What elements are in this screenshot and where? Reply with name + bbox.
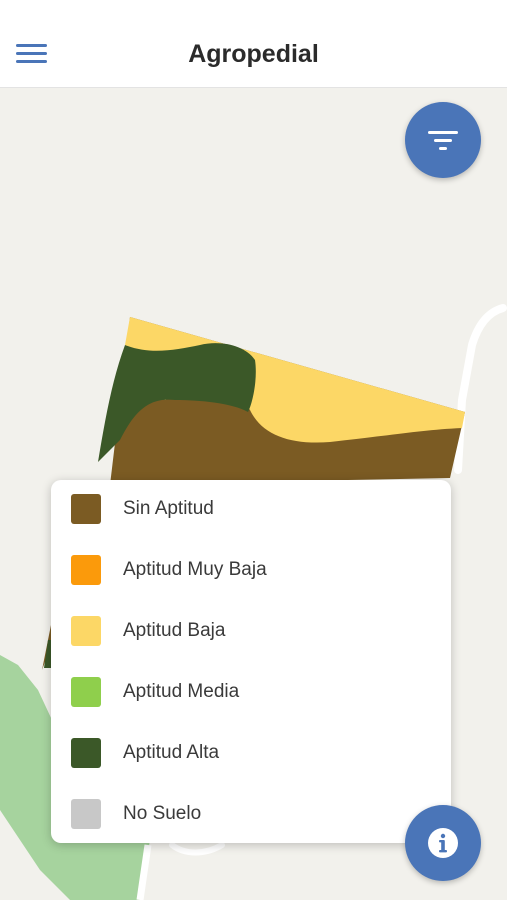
legend-swatch-aptitud-muy-baja bbox=[71, 555, 101, 585]
legend-swatch-no-suelo bbox=[71, 799, 101, 829]
filter-icon bbox=[428, 131, 458, 150]
legend-swatch-sin-aptitud bbox=[71, 494, 101, 524]
filter-button[interactable] bbox=[405, 102, 481, 178]
legend-label: Aptitud Alta bbox=[123, 742, 220, 763]
legend-label: Sin Aptitud bbox=[123, 498, 214, 519]
info-icon bbox=[428, 828, 458, 858]
app-bar: Agropedial bbox=[0, 0, 507, 88]
legend-swatch-aptitud-alta bbox=[71, 738, 101, 768]
legend-item: Aptitud Alta bbox=[71, 733, 219, 773]
info-button[interactable] bbox=[405, 805, 481, 881]
legend-panel: Sin Aptitud Aptitud Muy Baja Aptitud Baj… bbox=[51, 480, 451, 843]
app-title: Agropedial bbox=[188, 40, 319, 68]
legend-item: Aptitud Media bbox=[71, 672, 239, 712]
legend-swatch-aptitud-media bbox=[71, 677, 101, 707]
legend-item: Aptitud Muy Baja bbox=[71, 550, 267, 590]
legend-label: No Suelo bbox=[123, 803, 202, 824]
legend-item: Aptitud Baja bbox=[71, 611, 225, 651]
legend-item: Sin Aptitud bbox=[71, 489, 214, 529]
legend-label: Aptitud Baja bbox=[123, 620, 226, 641]
legend-swatch-aptitud-baja bbox=[71, 616, 101, 646]
legend-label: Aptitud Muy Baja bbox=[123, 559, 267, 580]
legend-label: Aptitud Media bbox=[123, 681, 240, 702]
legend-item: No Suelo bbox=[71, 794, 201, 834]
